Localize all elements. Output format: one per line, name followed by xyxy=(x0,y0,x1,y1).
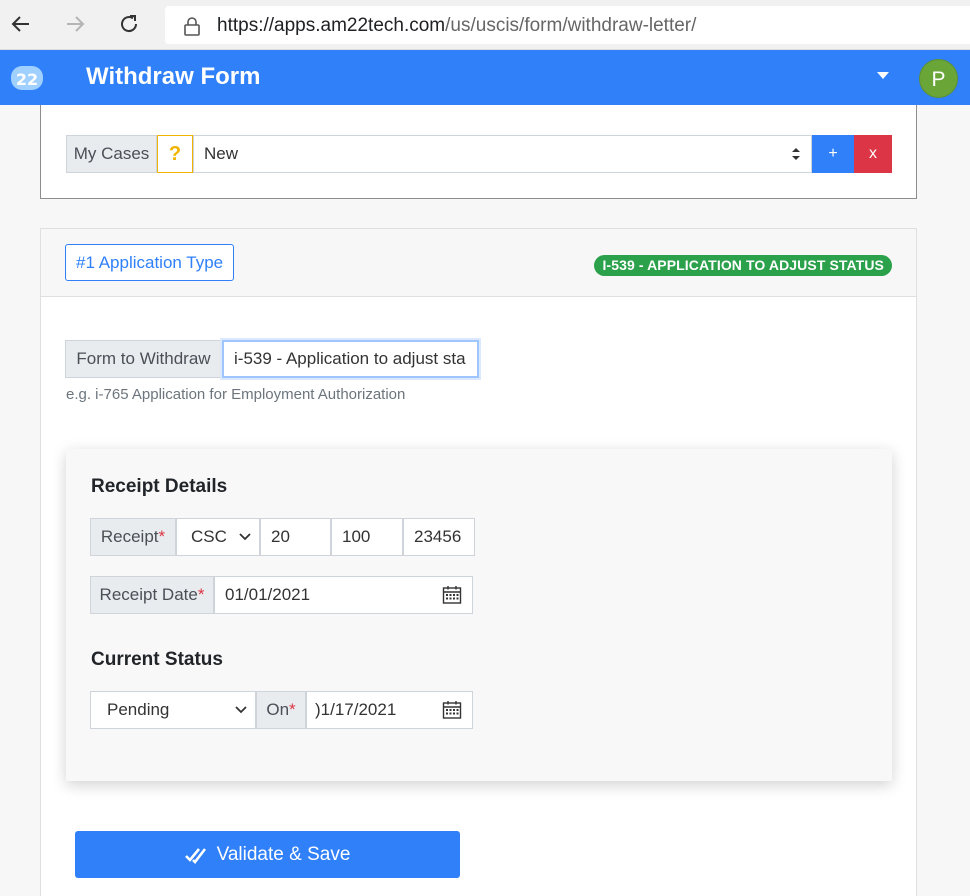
avatar[interactable]: P xyxy=(919,59,958,98)
service-center-value: CSC xyxy=(191,527,227,546)
page-title: Withdraw Form xyxy=(86,63,261,90)
url-host: https://apps.am22tech.com xyxy=(217,15,446,36)
receipt-label-text: Receipt xyxy=(100,527,159,546)
form-to-withdraw-input[interactable]: i-539 - Application to adjust sta xyxy=(222,340,479,378)
receipt-part1-input[interactable]: 20 xyxy=(260,518,331,556)
receipt-date-value: 01/01/2021 xyxy=(225,585,311,604)
case-select[interactable]: New xyxy=(193,135,812,173)
add-case-button[interactable]: + xyxy=(812,135,854,173)
application-card: #1 Application Type I-539 - APPLICATION … xyxy=(40,228,917,896)
help-icon[interactable]: ? xyxy=(157,135,193,173)
on-label: On * xyxy=(256,691,306,729)
receipt-date-label: Receipt Date * xyxy=(90,576,214,614)
forward-arrow-icon[interactable] xyxy=(62,12,88,38)
status-select[interactable]: Pending xyxy=(90,691,256,729)
chevron-down-icon xyxy=(239,533,251,541)
status-badge: I-539 - APPLICATION TO ADJUST STATUS xyxy=(594,255,892,276)
receipt-number-group: Receipt * CSC 20 100 23456 xyxy=(90,518,475,556)
lock-icon xyxy=(184,17,200,36)
required-mark: * xyxy=(197,585,205,604)
cases-input-group: My Cases ? New + x xyxy=(66,135,892,173)
url-path: /us/uscis/form/withdraw-letter/ xyxy=(445,15,697,36)
application-card-header: #1 Application Type I-539 - APPLICATION … xyxy=(41,229,916,297)
current-status-group: Pending On * )1/17/2021 xyxy=(90,691,473,729)
receipt-panel: Receipt Details Receipt * CSC 20 100 2345… xyxy=(66,449,892,781)
service-center-select[interactable]: CSC xyxy=(176,518,260,556)
validate-save-button[interactable]: Validate & Save xyxy=(75,831,460,878)
receipt-date-label-text: Receipt Date xyxy=(99,585,198,604)
calendar-icon[interactable] xyxy=(442,700,462,720)
validate-save-label: Validate & Save xyxy=(216,843,351,865)
sort-arrows-icon xyxy=(792,148,800,160)
receipt-part3-input[interactable]: 23456 xyxy=(403,518,475,556)
receipt-date-input[interactable]: 01/01/2021 xyxy=(214,576,473,614)
url-text: https://apps.am22tech.com/us/uscis/form/… xyxy=(217,15,696,37)
app-header: 22 Withdraw Form xyxy=(0,50,970,105)
browser-toolbar: https://apps.am22tech.com/us/uscis/form/… xyxy=(0,0,970,50)
receipt-date-group: Receipt Date * 01/01/2021 xyxy=(90,576,473,614)
required-mark: * xyxy=(158,527,166,546)
current-status-title: Current Status xyxy=(91,649,223,670)
form-withdraw-group: Form to Withdraw i-539 - Application to … xyxy=(65,340,479,378)
status-date-input[interactable]: )1/17/2021 xyxy=(306,691,473,729)
calendar-icon[interactable] xyxy=(442,585,462,605)
chevron-down-icon xyxy=(235,706,247,714)
status-select-value: Pending xyxy=(107,700,170,719)
logo-icon[interactable]: 22 xyxy=(10,63,44,93)
cases-card: My Cases ? New + x xyxy=(40,105,917,199)
back-arrow-icon[interactable] xyxy=(8,12,34,38)
receipt-label: Receipt * xyxy=(90,518,176,556)
receipt-details-title: Receipt Details xyxy=(91,476,228,497)
chevron-down-icon[interactable] xyxy=(877,72,889,79)
my-cases-label: My Cases xyxy=(66,135,157,173)
required-mark: * xyxy=(289,700,296,719)
double-check-icon xyxy=(184,847,206,864)
form-to-withdraw-label: Form to Withdraw xyxy=(65,340,222,378)
form-hint: e.g. i-765 Application for Employment Au… xyxy=(66,386,406,403)
on-label-text: On xyxy=(266,700,290,719)
status-date-value: )1/17/2021 xyxy=(315,700,397,719)
logo-text: 22 xyxy=(16,70,38,89)
reload-icon[interactable] xyxy=(116,12,142,38)
case-select-value: New xyxy=(204,144,239,163)
application-type-button[interactable]: #1 Application Type xyxy=(65,244,235,281)
delete-case-button[interactable]: x xyxy=(854,135,892,173)
address-bar[interactable]: https://apps.am22tech.com/us/uscis/form/… xyxy=(165,6,970,44)
receipt-part2-input[interactable]: 100 xyxy=(331,518,403,556)
